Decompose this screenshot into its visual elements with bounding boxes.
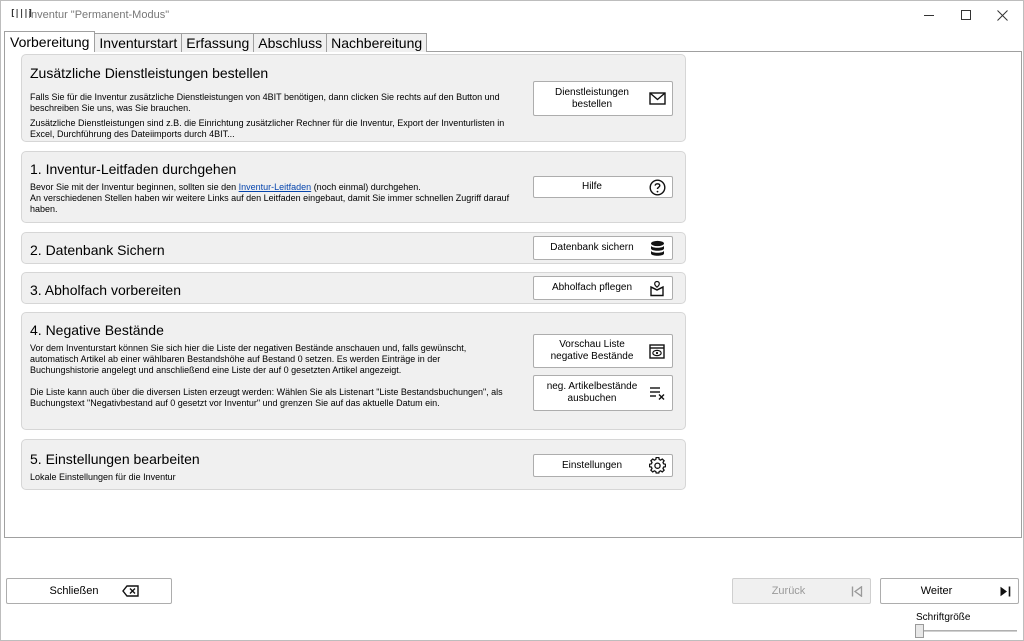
guide-text-after: (noch einmal) durchgehen. <box>311 182 421 192</box>
pickup-box-icon <box>646 277 668 299</box>
button-label: Schließen <box>49 585 99 597</box>
font-size-label: Schriftgröße <box>916 612 971 623</box>
button-label: Hilfe <box>581 181 602 192</box>
maximize-button[interactable] <box>948 1 984 29</box>
button-label: neg. Artikelbestände ausbuchen <box>546 381 638 404</box>
section-text: Die Liste kann auch über die diversen Li… <box>30 387 503 408</box>
backup-database-button[interactable]: Datenbank sichern <box>533 236 673 260</box>
section-title: 3. Abholfach vorbereiten <box>30 282 181 298</box>
preview-negative-list-button[interactable]: Vorschau Liste negative Bestände <box>533 334 673 368</box>
minimize-icon <box>924 14 934 16</box>
help-icon <box>646 177 668 197</box>
button-label: Datenbank sichern <box>550 242 634 253</box>
section-services: Zusätzliche Dienstleistungen bestellen F… <box>21 54 686 142</box>
app-window: [|||] Inventur "Permanent-Modus" Vorbere… <box>0 0 1024 641</box>
section-settings: 5. Einstellungen bearbeiten Lokale Einst… <box>21 439 686 490</box>
guide-link[interactable]: Inventur-Leitfaden <box>239 182 312 192</box>
section-title: 5. Einstellungen bearbeiten <box>30 451 200 467</box>
close-button[interactable]: Schließen <box>6 578 172 604</box>
tab-nachbereitung[interactable]: Nachbereitung <box>326 33 428 52</box>
backspace-icon <box>117 585 143 597</box>
button-label: Abholfach pflegen <box>551 282 633 293</box>
section-title: 4. Negative Bestände <box>30 322 164 338</box>
tab-inventurstart[interactable]: Inventurstart <box>94 33 183 52</box>
font-size-slider-thumb[interactable] <box>915 624 924 638</box>
preview-icon <box>646 335 668 367</box>
section-guide: 1. Inventur-Leitfaden durchgehen Bevor S… <box>21 151 686 223</box>
button-label: Weiter <box>920 585 953 597</box>
skip-back-icon <box>844 585 870 597</box>
button-label: Einstellungen <box>561 459 623 471</box>
button-label: Zurück <box>771 585 806 597</box>
section-text: Zusätzliche Dienstleistungen sind z.B. d… <box>30 118 505 139</box>
tab-erfassung[interactable]: Erfassung <box>181 33 255 52</box>
pickup-button[interactable]: Abholfach pflegen <box>533 276 673 300</box>
button-label: Dienstleistungen bestellen <box>555 86 629 110</box>
close-icon <box>996 9 1008 21</box>
font-size-slider-track[interactable] <box>917 630 1017 632</box>
minimize-button[interactable] <box>911 1 947 29</box>
book-out-negative-stock-button[interactable]: neg. Artikelbestände ausbuchen <box>533 375 673 411</box>
section-pickup: 3. Abholfach vorbereiten Abholfach pfleg… <box>21 272 686 304</box>
tab-vorbereitung[interactable]: Vorbereitung <box>4 31 96 52</box>
list-remove-icon <box>646 376 668 410</box>
button-label: Vorschau Liste negative Bestände <box>550 339 634 362</box>
close-window-button[interactable] <box>984 1 1020 29</box>
mail-icon <box>646 82 668 115</box>
tab-bar: Vorbereitung Inventurstart Erfassung Abs… <box>4 31 428 52</box>
window-title: Inventur "Permanent-Modus" <box>28 9 170 21</box>
next-button[interactable]: Weiter <box>880 578 1019 604</box>
skip-forward-icon <box>992 586 1018 597</box>
title-bar: [|||] Inventur "Permanent-Modus" <box>1 1 1023 29</box>
database-icon <box>646 237 668 259</box>
guide-text-before: Bevor Sie mit der Inventur beginnen, sol… <box>30 182 239 192</box>
section-title: 1. Inventur-Leitfaden durchgehen <box>30 161 237 177</box>
back-button[interactable]: Zurück <box>732 578 871 604</box>
section-text: An verschiedenen Stellen haben wir weite… <box>30 193 510 214</box>
section-title: Zusätzliche Dienstleistungen bestellen <box>30 65 269 81</box>
section-text: Falls Sie für die Inventur zusätzliche D… <box>30 92 500 113</box>
section-backup: 2. Datenbank Sichern Datenbank sichern <box>21 232 686 264</box>
gear-icon <box>646 455 668 476</box>
settings-button[interactable]: Einstellungen <box>533 454 673 477</box>
order-services-button[interactable]: Dienstleistungen bestellen <box>533 81 673 116</box>
maximize-icon <box>961 10 971 20</box>
section-text: Bevor Sie mit der Inventur beginnen, sol… <box>30 182 510 193</box>
help-button[interactable]: Hilfe <box>533 176 673 198</box>
section-text: Lokale Einstellungen für die Inventur <box>30 472 176 482</box>
section-text: Vor dem Inventurstart können Sie sich hi… <box>30 343 467 375</box>
section-negative-stock: 4. Negative Bestände Vor dem Inventursta… <box>21 312 686 430</box>
section-title: 2. Datenbank Sichern <box>30 242 165 258</box>
tab-abschluss[interactable]: Abschluss <box>253 33 328 52</box>
